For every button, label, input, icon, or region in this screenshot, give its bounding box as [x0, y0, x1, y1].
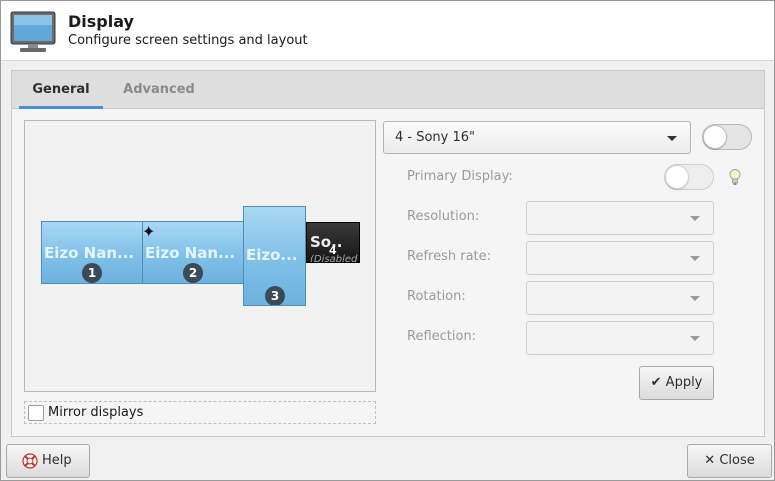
- mirror-displays-label: Mirror displays: [48, 405, 144, 420]
- settings-notebook: General Advanced Eizo Nan... 1 Eizo Nan.…: [11, 70, 765, 437]
- monitor-3-label: Eizo...: [246, 246, 298, 264]
- close-button[interactable]: ✕ Close: [687, 444, 772, 478]
- resolution-select[interactable]: [526, 201, 714, 235]
- monitor-2[interactable]: Eizo Nan... 2: [142, 221, 244, 284]
- monitor-2-number: 2: [183, 263, 203, 283]
- general-page: Eizo Nan... 1 Eizo Nan... 2 Eizo... 3 So…: [12, 109, 764, 436]
- chevron-down-icon: [690, 336, 700, 341]
- monitor-4-label: So..: [310, 233, 343, 251]
- resolution-label: Resolution:: [407, 209, 480, 224]
- monitor-3-number: 3: [265, 286, 285, 305]
- chevron-down-icon: [690, 256, 700, 261]
- monitor-1-number: 1: [82, 263, 102, 283]
- checkmark-icon: ✔: [650, 375, 662, 390]
- primary-display-label: Primary Display:: [407, 169, 513, 184]
- switch-knob: [703, 125, 727, 149]
- chevron-down-icon: [690, 296, 700, 301]
- tab-bar: General Advanced: [12, 71, 764, 109]
- primary-display-star-icon: ✦: [142, 222, 156, 241]
- dialog-subtitle: Configure screen settings and layout: [68, 33, 308, 48]
- refresh-rate-select[interactable]: [526, 241, 714, 275]
- apply-button-label: Apply: [665, 375, 703, 390]
- help-button[interactable]: Help: [6, 444, 90, 478]
- tab-advanced[interactable]: Advanced: [117, 71, 201, 109]
- refresh-rate-label: Refresh rate:: [407, 249, 492, 264]
- rotation-select[interactable]: [526, 281, 714, 315]
- mirror-displays-row[interactable]: Mirror displays: [24, 401, 376, 424]
- output-enabled-switch[interactable]: [702, 124, 752, 150]
- monitor-3[interactable]: Eizo... 3: [243, 206, 306, 306]
- monitor-2-label: Eizo Nan...: [145, 244, 236, 262]
- dialog-title: Display: [68, 12, 134, 31]
- reflection-select[interactable]: [526, 321, 714, 355]
- switch-knob: [665, 165, 689, 189]
- tab-general[interactable]: General: [19, 71, 103, 109]
- monitor-1[interactable]: Eizo Nan... 1: [41, 221, 143, 284]
- chevron-down-icon: [667, 135, 677, 141]
- lifebuoy-icon: [22, 453, 38, 469]
- monitor-1-label: Eizo Nan...: [44, 244, 135, 262]
- display-settings-window: Display Configure screen settings and la…: [0, 0, 775, 481]
- monitor-4[interactable]: So.. (Disabled 4: [306, 222, 360, 263]
- monitor-icon: [10, 11, 56, 52]
- reflection-label: Reflection:: [407, 329, 477, 344]
- monitor-4-number: 4: [329, 244, 337, 257]
- lightbulb-icon: [729, 169, 741, 185]
- mirror-displays-checkbox[interactable]: [28, 405, 44, 421]
- dialog-header: Display Configure screen settings and la…: [1, 1, 774, 61]
- chevron-down-icon: [690, 216, 700, 221]
- close-button-label: Close: [719, 453, 755, 468]
- output-select-value: 4 - Sony 16": [395, 130, 476, 145]
- output-select[interactable]: 4 - Sony 16": [383, 121, 691, 154]
- primary-display-switch[interactable]: [664, 164, 714, 190]
- close-icon: ✕: [704, 453, 716, 468]
- display-layout-canvas[interactable]: Eizo Nan... 1 Eizo Nan... 2 Eizo... 3 So…: [24, 120, 376, 392]
- apply-button[interactable]: ✔ Apply: [639, 366, 714, 400]
- rotation-label: Rotation:: [407, 289, 466, 304]
- help-button-label: Help: [42, 453, 72, 468]
